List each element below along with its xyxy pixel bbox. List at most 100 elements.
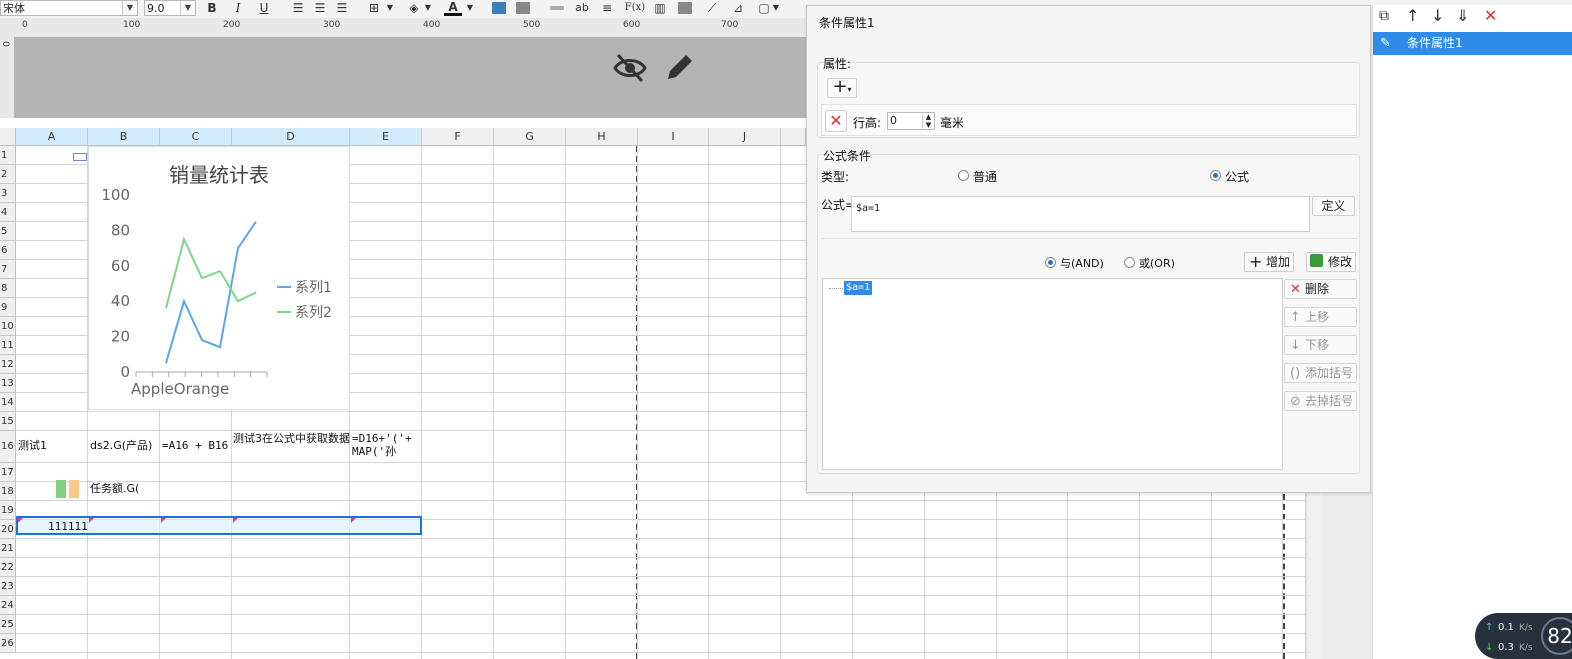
row-header-4[interactable]: 4 xyxy=(0,203,16,222)
type-normal-radio[interactable] xyxy=(958,170,969,181)
font-name-select[interactable]: 宋体 ▼ xyxy=(0,0,138,16)
cell-b16[interactable]: ds2.G(产品) xyxy=(90,439,152,452)
grid-line xyxy=(16,538,1306,539)
row-header-15[interactable]: 15 xyxy=(0,412,16,431)
row-header-25[interactable]: 25 xyxy=(0,615,16,634)
column-header-G[interactable]: G xyxy=(494,128,566,146)
column-header-D[interactable]: D xyxy=(232,128,350,146)
delete-condition-button[interactable]: ✕ 删除 xyxy=(1284,279,1357,299)
row-header-19[interactable]: 19 xyxy=(0,501,16,520)
type-formula-radio[interactable] xyxy=(1210,170,1221,181)
fx-icon[interactable]: ⊿ xyxy=(730,0,746,16)
define-button[interactable]: 定义 xyxy=(1312,196,1355,216)
column-header-J[interactable]: J xyxy=(709,128,781,146)
cell-a16[interactable]: 测试1 xyxy=(18,439,47,452)
row-header-7[interactable]: 7 xyxy=(0,260,16,279)
row-header-9[interactable]: 9 xyxy=(0,298,16,317)
row-header-22[interactable]: 22 xyxy=(0,558,16,577)
modify-condition-button[interactable]: 修改 xyxy=(1306,252,1356,272)
add-bracket-button[interactable]: () 添加括号 xyxy=(1284,363,1357,383)
cell-c16[interactable]: =A16 + B16 xyxy=(162,439,228,452)
pencil-icon[interactable] xyxy=(664,51,696,83)
copy-icon[interactable]: ⧉ xyxy=(1379,7,1389,25)
italic-button[interactable]: I xyxy=(230,0,246,16)
row-header-16[interactable]: 16 xyxy=(0,431,16,463)
eye-off-icon[interactable] xyxy=(613,51,647,85)
column-header-I[interactable]: I xyxy=(638,128,709,146)
remove-attribute-icon[interactable]: ✕ xyxy=(825,110,847,132)
arrow-down-icon[interactable]: ↓ xyxy=(1431,7,1444,25)
cell-e16[interactable]: =D16+'('+ MAP('孙 xyxy=(352,432,422,458)
row-header-8[interactable]: 8 xyxy=(0,279,16,298)
chevron-down-icon[interactable]: ▼ xyxy=(772,0,780,16)
row-header-13[interactable]: 13 xyxy=(0,374,16,393)
move-up-button[interactable]: ↑ 上移 xyxy=(1284,307,1357,327)
chevron-down-icon[interactable]: ▼ xyxy=(386,0,394,16)
bold-button[interactable]: B xyxy=(204,0,220,16)
condition-list[interactable]: $a=1 xyxy=(822,278,1283,470)
table-icon[interactable] xyxy=(516,2,530,14)
column-header-F[interactable]: F xyxy=(422,128,494,146)
row-header-6[interactable]: 6 xyxy=(0,241,16,260)
column-header-B[interactable]: B xyxy=(88,128,160,146)
chevron-down-icon[interactable]: ▼ xyxy=(466,0,474,16)
slash-icon[interactable]: ⟋ xyxy=(704,0,720,16)
remove-bracket-button[interactable]: ⊘ 去掉括号 xyxy=(1284,391,1357,411)
row-header-26[interactable]: 26 xyxy=(0,634,16,653)
chart-icon[interactable]: ▥ xyxy=(652,0,668,16)
row-header-2[interactable]: 2 xyxy=(0,165,16,184)
cell-a20[interactable]: 111111 xyxy=(48,520,88,533)
close-icon[interactable]: ✕ xyxy=(1484,7,1497,25)
condition-item[interactable]: $a=1 xyxy=(844,281,873,295)
move-bottom-icon[interactable]: ⇓ xyxy=(1456,7,1469,25)
row-header-5[interactable]: 5 xyxy=(0,222,16,241)
column-header-E[interactable]: E xyxy=(350,128,422,146)
row-header-3[interactable]: 3 xyxy=(0,184,16,203)
row-header-10[interactable]: 10 xyxy=(0,317,16,336)
row-header-24[interactable]: 24 xyxy=(0,596,16,615)
image-icon[interactable] xyxy=(678,2,692,14)
frame-icon[interactable]: ▢ xyxy=(756,0,772,16)
panel-item-condition-1[interactable]: ✎ 条件属性1 xyxy=(1373,32,1572,55)
font-color-button[interactable]: A xyxy=(444,0,462,16)
align-icon[interactable]: ≡ xyxy=(598,0,616,16)
line-chart[interactable]: 销量统计表 0 20 40 60 80 100 Apple Orange 系列1 系列2 xyxy=(88,146,350,410)
cell-b18[interactable]: 任务额.G( xyxy=(90,482,139,495)
move-down-button[interactable]: ↓ 下移 xyxy=(1284,335,1357,355)
add-attribute-button[interactable]: +▾ xyxy=(827,78,857,98)
select-all-corner[interactable] xyxy=(0,128,16,146)
and-radio[interactable] xyxy=(1045,257,1056,268)
row-header-1[interactable]: 1 xyxy=(0,146,16,165)
row-header-11[interactable]: 11 xyxy=(0,336,16,355)
insert-cell-icon[interactable] xyxy=(492,2,506,14)
row-header-14[interactable]: 14 xyxy=(0,393,16,412)
align-center-icon[interactable]: ☰ xyxy=(312,0,328,16)
align-left-icon[interactable]: ☰ xyxy=(290,0,306,16)
align-right-icon[interactable]: ☰ xyxy=(334,0,350,16)
column-header-C[interactable]: C xyxy=(160,128,232,146)
row-header-17[interactable]: 17 xyxy=(0,463,16,482)
or-radio[interactable] xyxy=(1124,257,1135,268)
border-icon[interactable]: ⊞ xyxy=(364,0,384,16)
fill-color-icon[interactable]: ◈ xyxy=(406,0,422,16)
add-condition-button[interactable]: + 增加 xyxy=(1244,252,1294,272)
text-icon[interactable]: ab xyxy=(572,0,592,16)
cell-d16[interactable]: 测试3在公式中获取数据 xyxy=(233,432,351,445)
formula-input[interactable]: $a=1 xyxy=(851,196,1310,232)
chevron-down-icon[interactable]: ▼ xyxy=(424,0,432,16)
font-size-select[interactable]: 9.0 ▼ xyxy=(144,0,196,16)
arrow-up-icon[interactable]: ↑ xyxy=(1406,7,1419,25)
formula-icon[interactable]: F(x) xyxy=(622,0,648,16)
column-header-A[interactable]: A xyxy=(16,128,88,146)
column-header-H[interactable]: H xyxy=(566,128,638,146)
row-header-12[interactable]: 12 xyxy=(0,355,16,374)
underline-button[interactable]: U xyxy=(256,0,272,16)
spinner-icon[interactable]: ▲ ▼ xyxy=(922,113,934,129)
row-header-18[interactable]: 18 xyxy=(0,482,16,501)
row-header-21[interactable]: 21 xyxy=(0,539,16,558)
row-header-23[interactable]: 23 xyxy=(0,577,16,596)
column-header-partial[interactable] xyxy=(781,128,806,146)
merge-icon[interactable] xyxy=(550,6,564,10)
row-header-20[interactable]: 20 xyxy=(0,520,16,539)
row-height-input[interactable]: 0 ▲ ▼ xyxy=(887,112,935,130)
